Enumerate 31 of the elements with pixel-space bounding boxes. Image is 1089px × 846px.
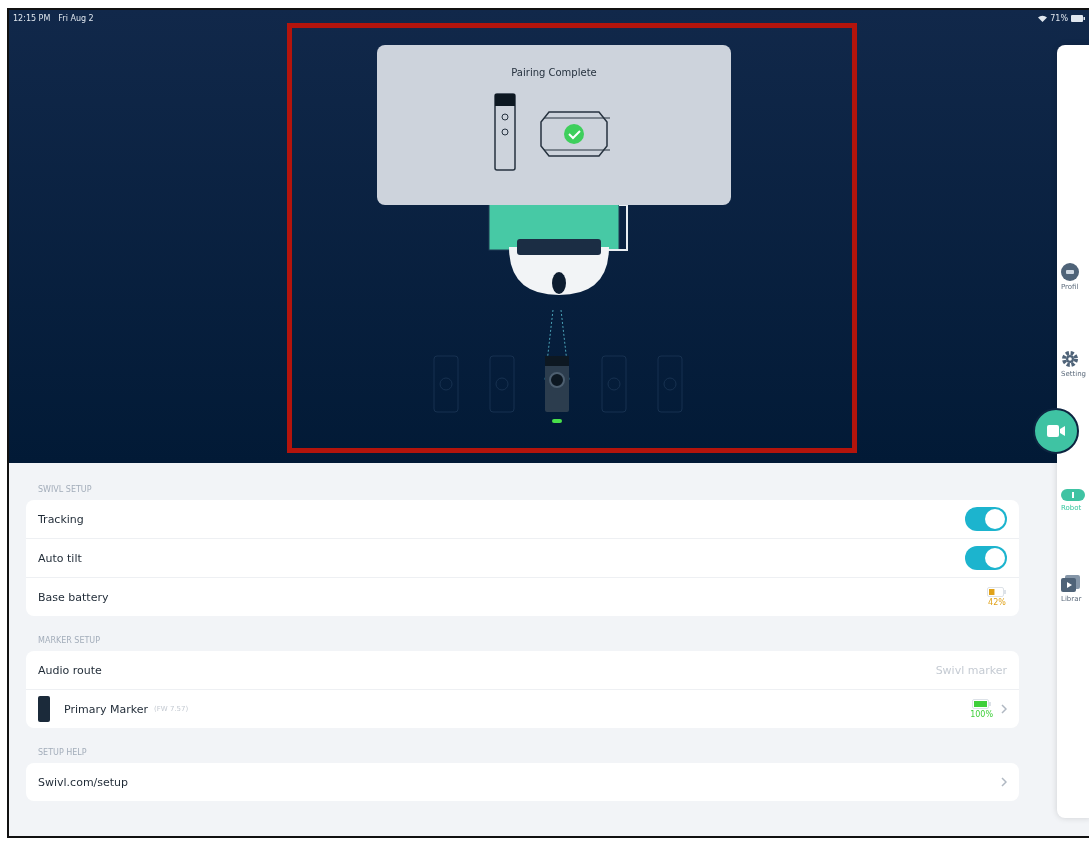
popup-title: Pairing Complete [511,67,597,78]
wifi-icon [1038,15,1048,22]
row-value: Swivl marker [935,663,1007,677]
battery-icon [987,587,1007,597]
section-title: SWIVL SETUP [38,485,93,494]
battery-icon [971,699,992,709]
row-label: Audio route [38,663,102,677]
status-battery-icon [1071,15,1085,22]
toggle-switch[interactable] [965,546,1007,570]
profile-icon [1061,263,1079,281]
library-icon [1061,575,1081,593]
video-camera-icon [1047,425,1065,437]
marker-icon [38,696,50,722]
row-label: Tracking [38,512,84,526]
battery-reading: 42% [988,598,1006,607]
settings-icon [1061,350,1079,368]
robot-icon [1061,488,1085,502]
status-time: 12:15 PM [13,14,51,23]
toggle-switch[interactable] [965,507,1007,531]
status-date: Fri Aug 2 [58,14,94,23]
row-label: Auto tilt [38,551,82,565]
setup-link[interactable]: Swivl.com/setup [38,775,129,789]
chevron-icon[interactable] [1001,704,1007,714]
audio-route-row[interactable]: Audio route Swivl marker [26,651,1019,689]
chevron-icon[interactable] [1001,777,1007,787]
row-label: Base battery [38,590,109,604]
section-title: MARKER SETUP [38,636,102,645]
battery-percent: 71% [1050,14,1068,23]
section-title: SETUP HELP [38,748,88,757]
row-label[interactable]: Primary Marker [64,702,149,716]
battery-reading: 100% [970,710,993,719]
